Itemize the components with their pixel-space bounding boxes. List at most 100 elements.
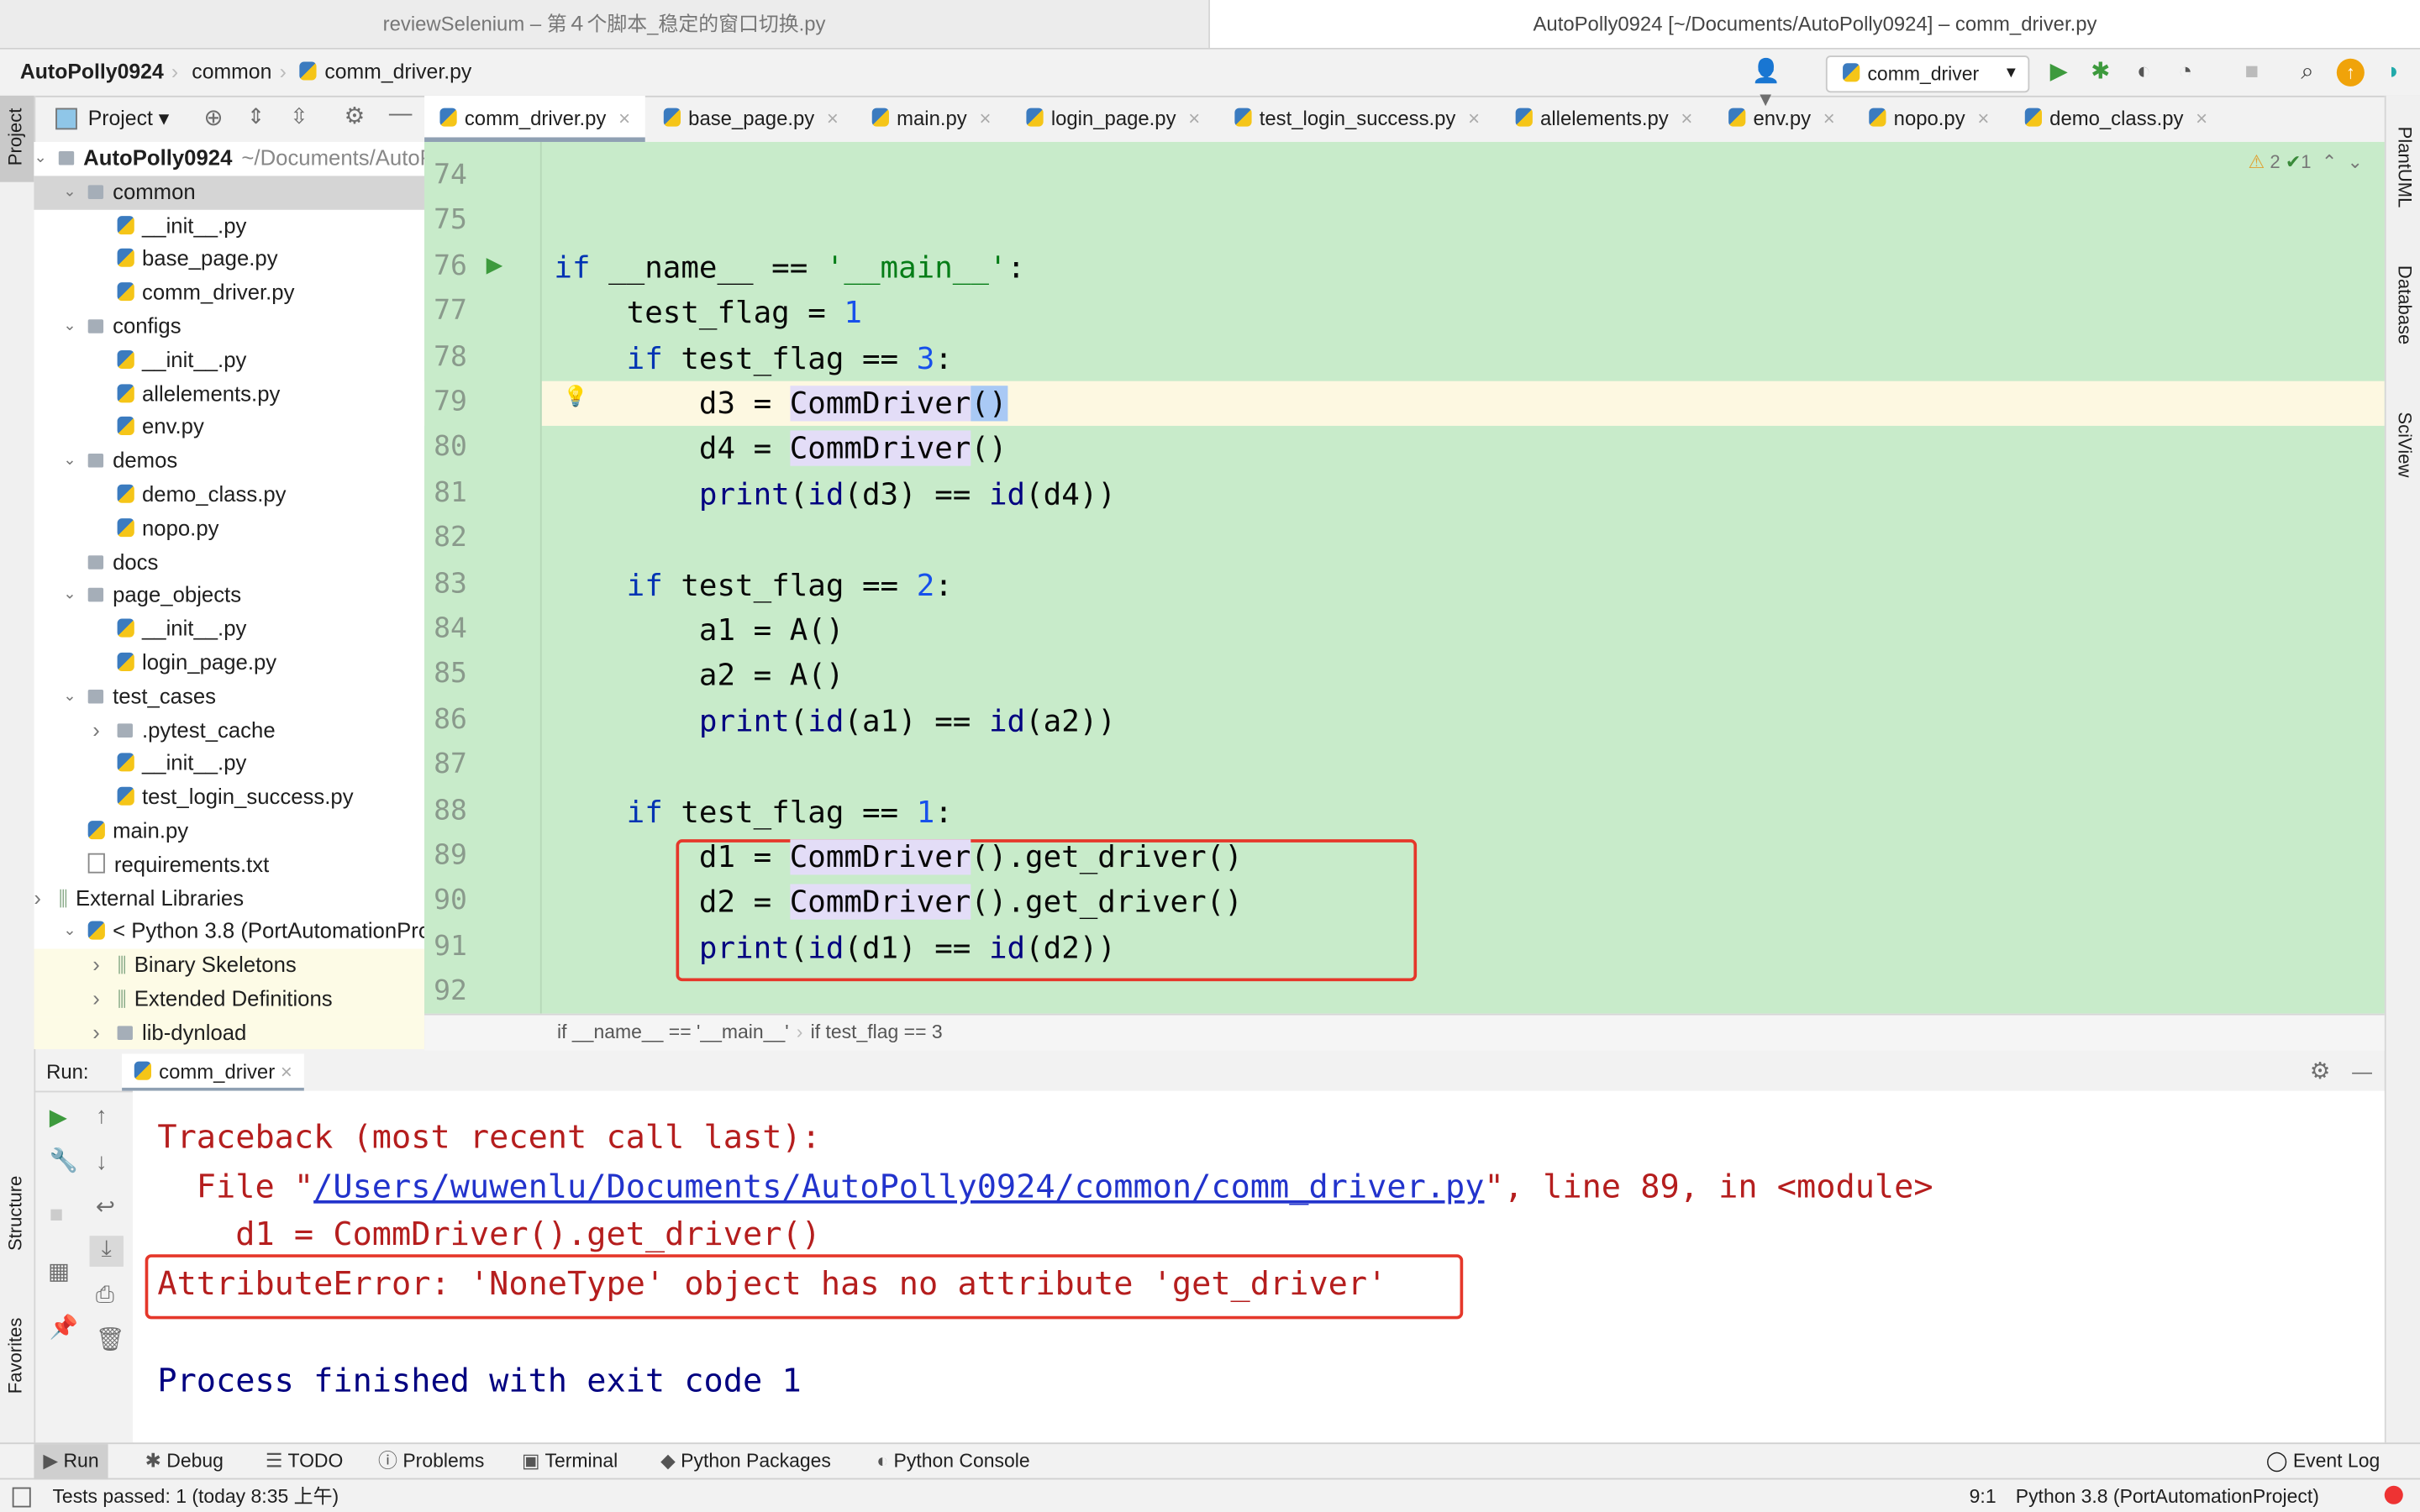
chevron-right-icon[interactable]: › [92, 1016, 100, 1049]
wrench-icon[interactable]: 🔧 [50, 1147, 78, 1174]
close-icon[interactable]: × [1823, 107, 1835, 130]
user-icon[interactable]: 👤▾ [1752, 59, 1781, 113]
tree-item[interactable]: › ⫼ Extended Definitions [34, 982, 425, 1016]
pin-icon[interactable]: 📌 [50, 1313, 78, 1341]
up-arrow-icon[interactable]: ↑ [96, 1103, 108, 1129]
tree-item[interactable]: › ⫼ Binary Skeletons [34, 948, 425, 983]
event-log-button[interactable]: ◯ Event Log [2257, 1444, 2390, 1479]
tree-item[interactable]: base_page.py [34, 243, 424, 276]
tree-item[interactable]: __init__.py [34, 209, 424, 243]
plugin-icon[interactable]: ◗ [2380, 59, 2407, 87]
close-icon[interactable]: × [1681, 107, 1692, 130]
tree-item[interactable]: docs [34, 545, 424, 579]
inactive-window-tab[interactable]: reviewSelenium – 第４个脚本_稳定的窗口切换.py [0, 0, 1210, 48]
expand-all-icon[interactable]: ⇕ [247, 103, 266, 129]
coverage-icon[interactable]: ◐ [2130, 59, 2158, 87]
project-tool-button[interactable]: Project [0, 95, 34, 182]
tree-item[interactable]: › lib-dynload [34, 1016, 425, 1049]
close-icon[interactable]: × [979, 107, 991, 130]
tool-window-python-packages[interactable]: ◆ Python Packages [651, 1444, 840, 1479]
tree-item[interactable]: requirements.txt [34, 848, 424, 882]
editor-tab[interactable]: main.py × [856, 96, 1006, 142]
editor-tab[interactable]: login_page.py × [1011, 96, 1215, 142]
chevron-down-icon[interactable]: ⌄ [63, 444, 76, 478]
print-icon[interactable]: ⎙ [96, 1282, 114, 1308]
close-icon[interactable]: × [1977, 107, 1989, 130]
breadcrumb-project[interactable]: AutoPolly0924 [20, 60, 164, 84]
breadcrumb-if-flag[interactable]: if test_flag == 3 [811, 1021, 943, 1043]
tool-window-terminal[interactable]: ▣ Terminal [513, 1444, 627, 1479]
favorites-tool-button[interactable]: Favorites [5, 1318, 27, 1394]
tree-item[interactable]: ⌄ < Python 3.8 (PortAutomationProject) > [34, 916, 424, 949]
editor-tab[interactable]: nopo.py × [1854, 96, 2005, 142]
chevron-down-icon[interactable]: ⌄ [63, 579, 76, 612]
editor-tab[interactable]: env.py × [1713, 96, 1850, 142]
status-message[interactable]: Tests passed: 1 (today 8:35 上午) [52, 1479, 339, 1512]
close-icon[interactable]: × [618, 107, 630, 130]
close-icon[interactable]: × [281, 1060, 292, 1084]
gear-icon[interactable]: ⚙ [2310, 1053, 2331, 1090]
run-console[interactable]: Traceback (most recent call last): File … [132, 1090, 2385, 1443]
down-arrow-icon[interactable]: ↓ [96, 1149, 108, 1175]
tree-item[interactable]: ⌄ AutoPolly0924 ~/Documents/AutoPolly0924 [34, 142, 424, 176]
trash-icon[interactable]: 🗑 [96, 1326, 125, 1353]
tree-item[interactable]: ⌄ common [34, 176, 425, 210]
chevron-down-icon[interactable]: ⌄ [63, 176, 76, 209]
locate-icon[interactable]: ⊕ [203, 103, 223, 131]
close-icon[interactable]: × [2196, 107, 2207, 130]
chevron-down-icon[interactable]: ⌄ [34, 142, 46, 176]
tree-item[interactable]: demo_class.py [34, 478, 424, 512]
editor-tab[interactable]: test_login_success.py × [1219, 96, 1495, 142]
close-icon[interactable]: × [1468, 107, 1480, 130]
chevron-right-icon[interactable]: › [92, 983, 100, 1016]
search-icon[interactable]: ⌕ [2293, 59, 2321, 87]
tool-window-todo[interactable]: ☰ TODO [256, 1444, 353, 1479]
breadcrumb-folder[interactable]: common [192, 60, 271, 84]
plantuml-tool-button[interactable]: PlantUML [2394, 127, 2416, 208]
tree-item[interactable]: env.py [34, 411, 424, 444]
console-file-link[interactable]: /Users/wuwenlu/Documents/AutoPolly0924/c… [313, 1168, 1484, 1205]
debug-icon[interactable]: ✱ [2086, 59, 2114, 87]
tree-item[interactable]: › .pytest_cache [34, 714, 424, 748]
run-tab-comm-driver[interactable]: comm_driver × [122, 1053, 305, 1091]
editor-tab[interactable]: base_page.py × [648, 96, 854, 142]
editor-tab[interactable]: demo_class.py × [2009, 96, 2223, 142]
tool-window-run[interactable]: ▶ Run [34, 1444, 108, 1480]
editor-tab[interactable]: allelements.py × [1500, 96, 1707, 142]
chevron-down-icon[interactable]: ⌄ [63, 916, 76, 949]
caret-position[interactable]: 9:1 [1970, 1479, 1996, 1512]
scroll-to-end-icon[interactable]: ⤓ [89, 1236, 124, 1267]
collapse-all-icon[interactable]: ⇳ [290, 103, 308, 129]
tree-item[interactable]: __init__.py [34, 344, 424, 377]
tree-item[interactable]: __init__.py [34, 612, 424, 646]
tree-item[interactable]: ⌄ configs [34, 310, 424, 344]
hide-icon[interactable]: — [2352, 1053, 2372, 1090]
sciview-tool-button[interactable]: SciView [2394, 412, 2416, 477]
chevron-right-icon[interactable]: › [34, 882, 41, 916]
soft-wrap-icon[interactable]: ↩ [96, 1193, 115, 1221]
tree-item[interactable]: › ⫼ External Libraries [34, 882, 424, 916]
tree-item[interactable]: nopo.py [34, 512, 424, 545]
tree-item[interactable]: __init__.py [34, 748, 424, 781]
code-editor[interactable]: ⚠ 2 ✔1 ⌃ ⌄ 74 75 76 ▶ if __name__ == '__main… [424, 141, 2385, 1014]
chevron-right-icon[interactable]: › [92, 714, 100, 748]
chevron-down-icon[interactable]: ⌄ [63, 680, 76, 714]
status-toggle-icon[interactable] [12, 1487, 31, 1508]
tree-item[interactable]: ⌄ test_cases [34, 680, 424, 714]
run-icon[interactable]: ▶ [2045, 59, 2073, 87]
update-icon[interactable]: ↑ [2336, 58, 2365, 87]
inspection-widget[interactable]: ⚠ 2 ✔1 ⌃ ⌄ [2248, 151, 2363, 173]
chevron-down-icon[interactable]: ⌄ [63, 310, 76, 344]
tree-item[interactable]: comm_driver.py [34, 276, 424, 310]
close-icon[interactable]: × [1188, 107, 1200, 130]
tree-item[interactable]: test_login_success.py [34, 781, 424, 815]
stop-icon[interactable]: ■ [50, 1202, 64, 1228]
gear-icon[interactable]: ⚙ [345, 102, 366, 129]
database-tool-button[interactable]: Database [2394, 265, 2416, 344]
notification-icon[interactable] [2384, 1485, 2403, 1504]
tool-window-python-console[interactable]: ◐ Python Console [867, 1444, 1039, 1479]
tree-item[interactable]: ⌄ demos [34, 444, 424, 478]
close-icon[interactable]: × [827, 107, 839, 130]
breadcrumb-if-main[interactable]: if __name__ == '__main__' [557, 1021, 789, 1043]
tool-window-problems[interactable]: ⓘ Problems [369, 1444, 493, 1479]
